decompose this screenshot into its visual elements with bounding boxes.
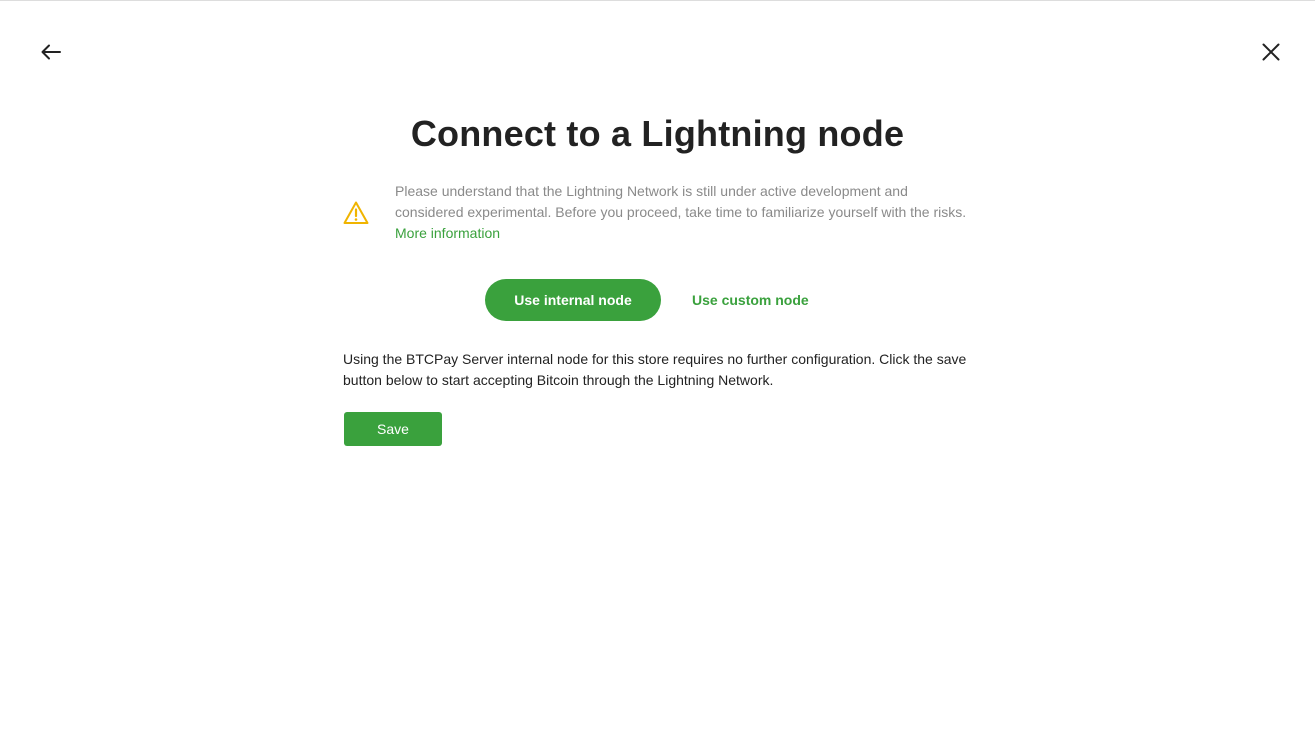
warning-alert: Please understand that the Lightning Net…: [343, 181, 973, 244]
more-information-link[interactable]: More information: [395, 225, 500, 241]
node-type-selector: Use internal node Use custom node: [485, 279, 809, 321]
warning-text: Please understand that the Lightning Net…: [395, 183, 967, 220]
close-button[interactable]: [1255, 36, 1287, 68]
back-button[interactable]: [35, 36, 67, 68]
close-icon: [1262, 43, 1280, 61]
page-title: Connect to a Lightning node: [410, 113, 905, 154]
save-button[interactable]: Save: [344, 412, 442, 446]
use-internal-node-button[interactable]: Use internal node: [485, 279, 661, 321]
warning-triangle-icon: [343, 201, 369, 224]
arrow-left-icon: [41, 44, 61, 60]
warning-message: Please understand that the Lightning Net…: [395, 181, 973, 244]
internal-node-description: Using the BTCPay Server internal node fo…: [343, 351, 967, 388]
use-custom-node-button[interactable]: Use custom node: [692, 292, 809, 308]
